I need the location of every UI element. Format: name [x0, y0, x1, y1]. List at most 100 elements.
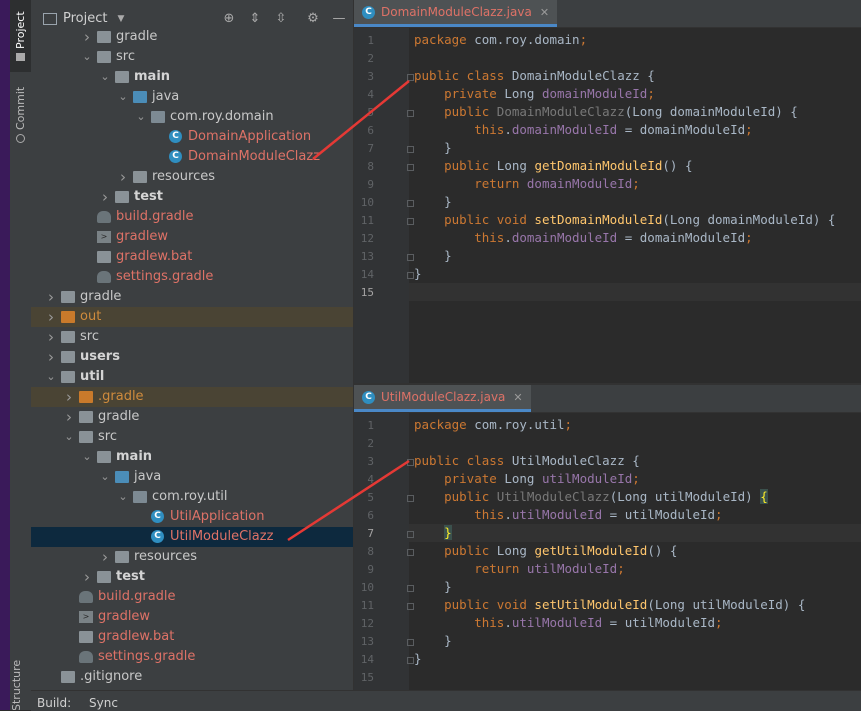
fold-marker-icon[interactable]	[407, 146, 414, 153]
project-panel-title[interactable]: Project	[63, 11, 107, 26]
tree-node[interactable]: › resources	[31, 167, 353, 187]
tree-node[interactable]: > gradlew	[31, 227, 353, 247]
chevron-right-icon[interactable]: ›	[99, 547, 111, 567]
chevron-right-icon[interactable]: ›	[45, 287, 57, 307]
chevron-down-icon[interactable]: ⌄	[63, 427, 75, 447]
chevron-down-icon[interactable]: ⌄	[99, 67, 111, 87]
tree-node[interactable]: C DomainModuleClazz	[31, 147, 353, 167]
tree-node[interactable]: › resources	[31, 547, 353, 567]
code-line[interactable]: public DomainModuleClazz(Long domainModu…	[414, 104, 798, 119]
code-line[interactable]: package com.roy.domain;	[414, 32, 587, 47]
tree-node[interactable]: build.gradle	[31, 587, 353, 607]
tree-node[interactable]: ⌄ util	[31, 367, 353, 387]
code-line[interactable]: }	[414, 651, 422, 666]
fold-marker-icon[interactable]	[407, 200, 414, 207]
tree-node[interactable]: › gradle	[31, 407, 353, 427]
tree-node[interactable]: › users	[31, 347, 353, 367]
code-line[interactable]: private Long domainModuleId;	[414, 86, 655, 101]
chevron-right-icon[interactable]: ›	[45, 307, 57, 327]
tree-node[interactable]: › gradle	[31, 287, 353, 307]
collapse-all-icon[interactable]: ⇳	[273, 11, 289, 27]
fold-marker-icon[interactable]	[407, 272, 414, 279]
code-line[interactable]: }	[414, 248, 452, 263]
tree-node[interactable]: ⌄ com.roy.util	[31, 487, 353, 507]
tree-node[interactable]: › .gradle	[31, 387, 353, 407]
tree-node[interactable]: gradlew.bat	[31, 247, 353, 267]
fold-marker-icon[interactable]	[407, 549, 414, 556]
tree-node[interactable]: build.gradle	[31, 207, 353, 227]
tree-node[interactable]: gradlew.bat	[31, 627, 353, 647]
fold-marker-icon[interactable]	[407, 531, 414, 538]
tree-node[interactable]: › test	[31, 187, 353, 207]
chevron-down-icon[interactable]: ⌄	[81, 447, 93, 467]
chevron-right-icon[interactable]: ›	[117, 167, 129, 187]
fold-marker-icon[interactable]	[407, 254, 414, 261]
code-line[interactable]: this.utilModuleId = utilModuleId;	[414, 507, 722, 522]
tree-node[interactable]: ⌄ src	[31, 47, 353, 67]
code-line[interactable]: private Long utilModuleId;	[414, 471, 640, 486]
editor-tab[interactable]: C UtilModuleClazz.java ✕	[354, 385, 531, 412]
code-line[interactable]: public Long getUtilModuleId() {	[414, 543, 677, 558]
code-line[interactable]: }	[414, 633, 452, 648]
tree-node[interactable]: settings.gradle	[31, 647, 353, 667]
chevron-right-icon[interactable]: ›	[81, 27, 93, 47]
chevron-down-icon[interactable]: ⌄	[45, 367, 57, 387]
fold-marker-icon[interactable]	[407, 603, 414, 610]
code-line[interactable]: public class DomainModuleClazz {	[414, 68, 655, 83]
code-line[interactable]: public void setUtilModuleId(Long utilMod…	[414, 597, 805, 612]
chevron-down-icon[interactable]: ⌄	[117, 87, 129, 107]
close-icon[interactable]: ✕	[513, 391, 522, 404]
chevron-down-icon[interactable]: ▼	[117, 14, 124, 24]
tree-node[interactable]: settings.gradle	[31, 267, 353, 287]
commit-tool-tab[interactable]: Commit	[10, 82, 31, 148]
chevron-right-icon[interactable]: ›	[81, 567, 93, 587]
fold-marker-icon[interactable]	[407, 459, 414, 466]
editor-domain-module[interactable]: C DomainModuleClazz.java ✕ 1 package com.roy…	[353, 0, 861, 383]
tree-node[interactable]: › gradle	[31, 27, 353, 47]
fold-marker-icon[interactable]	[407, 585, 414, 592]
code-line[interactable]: public void setDomainModuleId(Long domai…	[414, 212, 835, 227]
code-line[interactable]: package com.roy.util;	[414, 417, 572, 432]
editor-tab[interactable]: C DomainModuleClazz.java ✕	[354, 0, 558, 27]
sync-tab-label[interactable]: Sync	[89, 696, 118, 710]
code-line[interactable]: this.domainModuleId = domainModuleId;	[414, 122, 752, 137]
fold-marker-icon[interactable]	[407, 218, 414, 225]
tree-node[interactable]: C DomainApplication	[31, 127, 353, 147]
fold-marker-icon[interactable]	[407, 657, 414, 664]
tree-node[interactable]: C UtilApplication	[31, 507, 353, 527]
tree-node[interactable]: ⌄ com.roy.domain	[31, 107, 353, 127]
tree-node[interactable]: ⌄ java	[31, 87, 353, 107]
chevron-right-icon[interactable]: ›	[45, 327, 57, 347]
fold-marker-icon[interactable]	[407, 495, 414, 502]
chevron-right-icon[interactable]: ›	[63, 407, 75, 427]
close-icon[interactable]: ✕	[540, 6, 549, 19]
chevron-right-icon[interactable]: ›	[99, 187, 111, 207]
editor-util-module[interactable]: C UtilModuleClazz.java ✕ 1 package com.roy.u…	[353, 385, 861, 690]
code-line[interactable]: }	[414, 525, 452, 540]
expand-all-icon[interactable]: ⇕	[247, 11, 263, 27]
tree-node[interactable]: ⌄ java	[31, 467, 353, 487]
chevron-down-icon[interactable]: ⌄	[135, 107, 147, 127]
code-line[interactable]: return domainModuleId;	[414, 176, 640, 191]
fold-marker-icon[interactable]	[407, 110, 414, 117]
project-tool-tab[interactable]: Project	[10, 0, 31, 72]
tree-node[interactable]: › out	[31, 307, 353, 327]
code-line[interactable]: }	[414, 194, 452, 209]
tree-node[interactable]: .gitignore	[31, 667, 353, 687]
fold-marker-icon[interactable]	[407, 639, 414, 646]
code-line[interactable]: public class UtilModuleClazz {	[414, 453, 640, 468]
code-line[interactable]: }	[414, 140, 452, 155]
locate-icon[interactable]: ⊕	[221, 11, 237, 27]
chevron-right-icon[interactable]: ›	[45, 347, 57, 367]
code-line[interactable]: public Long getDomainModuleId() {	[414, 158, 692, 173]
build-tab-label[interactable]: Build:	[37, 696, 71, 710]
code-line[interactable]: return utilModuleId;	[414, 561, 625, 576]
code-line[interactable]: this.domainModuleId = domainModuleId;	[414, 230, 752, 245]
fold-marker-icon[interactable]	[407, 74, 414, 81]
chevron-down-icon[interactable]: ⌄	[99, 467, 111, 487]
tree-node[interactable]: C UtilModuleClazz	[31, 527, 353, 547]
tree-node[interactable]: › test	[31, 567, 353, 587]
structure-tool-tab[interactable]: Structure	[10, 660, 31, 710]
gear-icon[interactable]: ⚙	[305, 11, 321, 27]
tree-node[interactable]: › src	[31, 327, 353, 347]
